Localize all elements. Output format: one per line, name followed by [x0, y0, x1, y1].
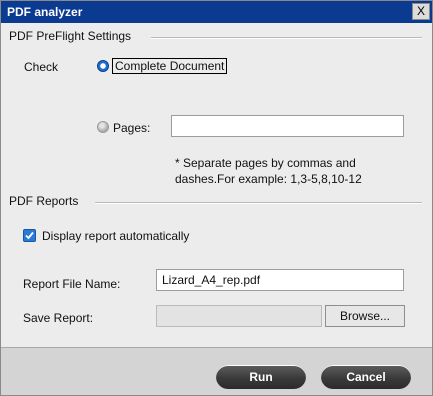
save-report-input[interactable]: [156, 305, 322, 327]
window-title: PDF analyzer: [7, 5, 83, 19]
save-report-label: Save Report:: [23, 311, 94, 325]
checkmark-icon: [25, 231, 34, 240]
pages-input[interactable]: [171, 115, 404, 137]
footer-separator: [1, 347, 432, 348]
pages-hint-line-2: dashes.For example: 1,3-5,8,10-12: [175, 172, 362, 186]
pages-hint-line-1: * Separate pages by commas and: [175, 156, 356, 170]
complete-document-radio[interactable]: [97, 60, 109, 72]
browse-button[interactable]: Browse...: [325, 305, 405, 327]
preflight-separator: [151, 37, 422, 39]
close-icon: X: [416, 4, 425, 18]
reports-section-label: PDF Reports: [9, 194, 79, 208]
check-label: Check: [24, 60, 59, 74]
report-file-name-input[interactable]: [156, 269, 404, 291]
preflight-section-label: PDF PreFlight Settings: [9, 29, 132, 43]
cancel-button[interactable]: Cancel: [321, 365, 411, 389]
pdf-analyzer-dialog: PDF analyzer X PDF PreFlight Settings Ch…: [0, 0, 433, 396]
pages-hint-note: * Separate pages by commas and dashes.Fo…: [175, 155, 362, 187]
reports-separator: [95, 202, 422, 204]
display-report-label[interactable]: Display report automatically: [42, 229, 189, 243]
report-file-name-label: Report File Name:: [23, 277, 121, 291]
run-button[interactable]: Run: [216, 365, 306, 389]
pages-label[interactable]: Pages:: [113, 121, 150, 135]
title-bar: PDF analyzer X: [1, 1, 432, 23]
complete-document-label[interactable]: Complete Document: [111, 58, 228, 74]
pages-radio[interactable]: [97, 121, 109, 133]
close-button[interactable]: X: [412, 3, 430, 20]
display-report-checkbox[interactable]: [23, 229, 36, 242]
